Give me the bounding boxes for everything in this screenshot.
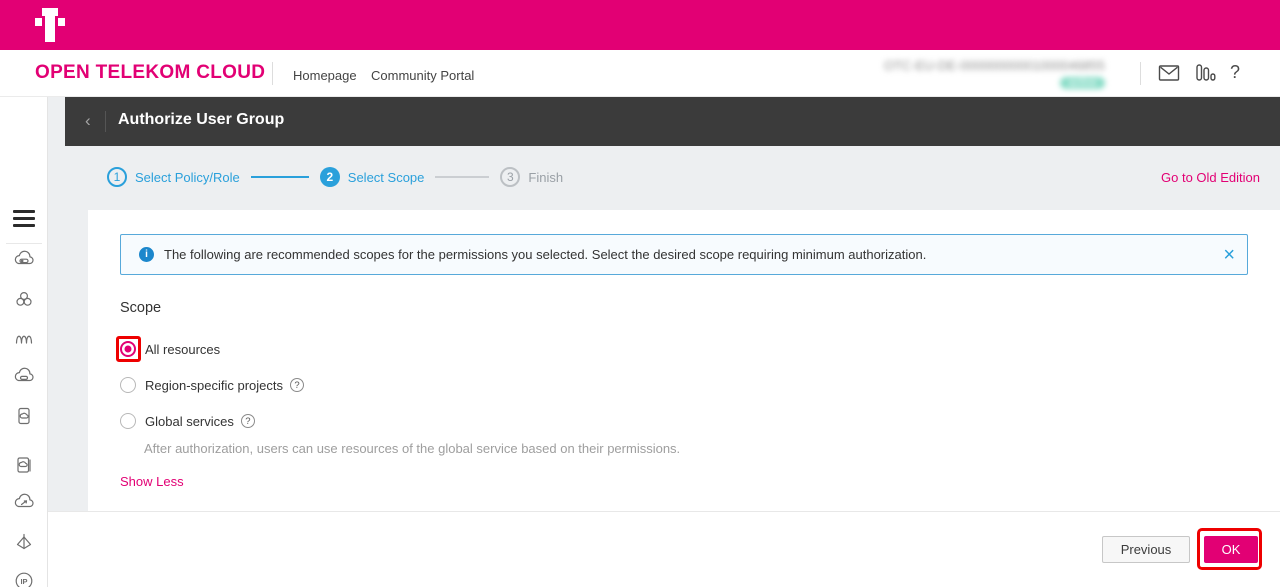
scope-option-label: Global services xyxy=(145,414,234,429)
mail-icon[interactable] xyxy=(1158,64,1180,87)
account-menu[interactable]: OTC-EU-DE-00000000001000046855 active xyxy=(884,58,1105,91)
cloud-cluster-icon[interactable] xyxy=(13,288,35,310)
scope-option-region-specific[interactable]: Region-specific projects ? xyxy=(120,377,304,393)
show-less-link[interactable]: Show Less xyxy=(120,474,184,489)
page-title-bar: ‹ Authorize User Group xyxy=(65,97,1280,146)
cloud-arrow-icon[interactable] xyxy=(13,492,35,514)
scope-option-global-services[interactable]: Global services ? xyxy=(120,413,255,429)
scope-heading: Scope xyxy=(120,300,161,316)
scope-helper-text: After authorization, users can use resou… xyxy=(144,441,680,456)
info-icon: i xyxy=(139,247,154,262)
brand-title[interactable]: OPEN TELEKOM CLOUD xyxy=(35,62,265,84)
help-icon[interactable]: ? xyxy=(1230,62,1240,83)
wizard-steps: 1 Select Policy/Role 2 Select Scope 3 Fi… xyxy=(107,166,563,188)
cloud-server-icon[interactable] xyxy=(13,249,35,271)
step-1-circle: 1 xyxy=(107,167,127,187)
page-title: Authorize User Group xyxy=(118,111,284,129)
radio-all-resources[interactable] xyxy=(120,341,136,357)
ok-button[interactable]: OK xyxy=(1204,536,1258,563)
service-sidebar: IP xyxy=(0,97,48,587)
info-banner: i The following are recommended scopes f… xyxy=(120,234,1248,275)
nav-link-homepage[interactable]: Homepage xyxy=(293,68,357,83)
account-id-blurred: OTC-EU-DE-00000000001000046855 xyxy=(884,58,1105,73)
menu-icon[interactable] xyxy=(13,210,35,227)
step-1-label: Select Policy/Role xyxy=(135,170,240,185)
tablet-cloud-icon[interactable] xyxy=(13,405,35,427)
app-window: OPEN TELEKOM CLOUD Homepage Community Po… xyxy=(0,0,1280,587)
go-to-old-edition-link[interactable]: Go to Old Edition xyxy=(1161,170,1260,185)
footer-bar: Previous OK xyxy=(48,511,1280,587)
cloud-capsule-icon[interactable] xyxy=(13,366,35,388)
title-divider xyxy=(105,111,106,132)
question-mark-icon[interactable]: ? xyxy=(290,378,304,392)
nav-link-community-portal[interactable]: Community Portal xyxy=(371,68,474,83)
prism-icon[interactable] xyxy=(13,531,35,553)
previous-button[interactable]: Previous xyxy=(1102,536,1190,563)
step-2-label: Select Scope xyxy=(348,170,425,185)
brand-bar xyxy=(0,0,1280,50)
step-3-label: Finish xyxy=(528,170,563,185)
nav-divider xyxy=(272,62,273,85)
step-connector-done xyxy=(251,176,309,178)
content-card: i The following are recommended scopes f… xyxy=(88,210,1280,511)
radio-global-services[interactable] xyxy=(120,413,136,429)
bar-chart-icon[interactable] xyxy=(1196,64,1216,86)
svg-text:IP: IP xyxy=(20,577,27,586)
eip-icon[interactable]: IP xyxy=(13,570,35,587)
step-3-circle: 3 xyxy=(500,167,520,187)
close-icon[interactable]: × xyxy=(1223,245,1235,265)
radio-region-specific[interactable] xyxy=(120,377,136,393)
info-banner-text: The following are recommended scopes for… xyxy=(164,247,926,262)
back-icon[interactable]: ‹ xyxy=(85,111,91,131)
account-badge-blurred: active xyxy=(1060,77,1105,89)
question-mark-icon[interactable]: ? xyxy=(241,414,255,428)
waves-icon[interactable] xyxy=(13,327,35,349)
telekom-logo-icon[interactable] xyxy=(35,8,65,42)
scope-option-label: Region-specific projects xyxy=(145,378,283,393)
card-cloud-icon[interactable] xyxy=(13,454,35,476)
header-icon-divider xyxy=(1140,62,1141,85)
sidebar-separator xyxy=(6,243,42,244)
scope-option-all-resources[interactable]: All resources xyxy=(120,341,220,357)
step-connector-todo xyxy=(435,176,489,178)
scope-option-label: All resources xyxy=(145,342,220,357)
step-2-circle: 2 xyxy=(320,167,340,187)
